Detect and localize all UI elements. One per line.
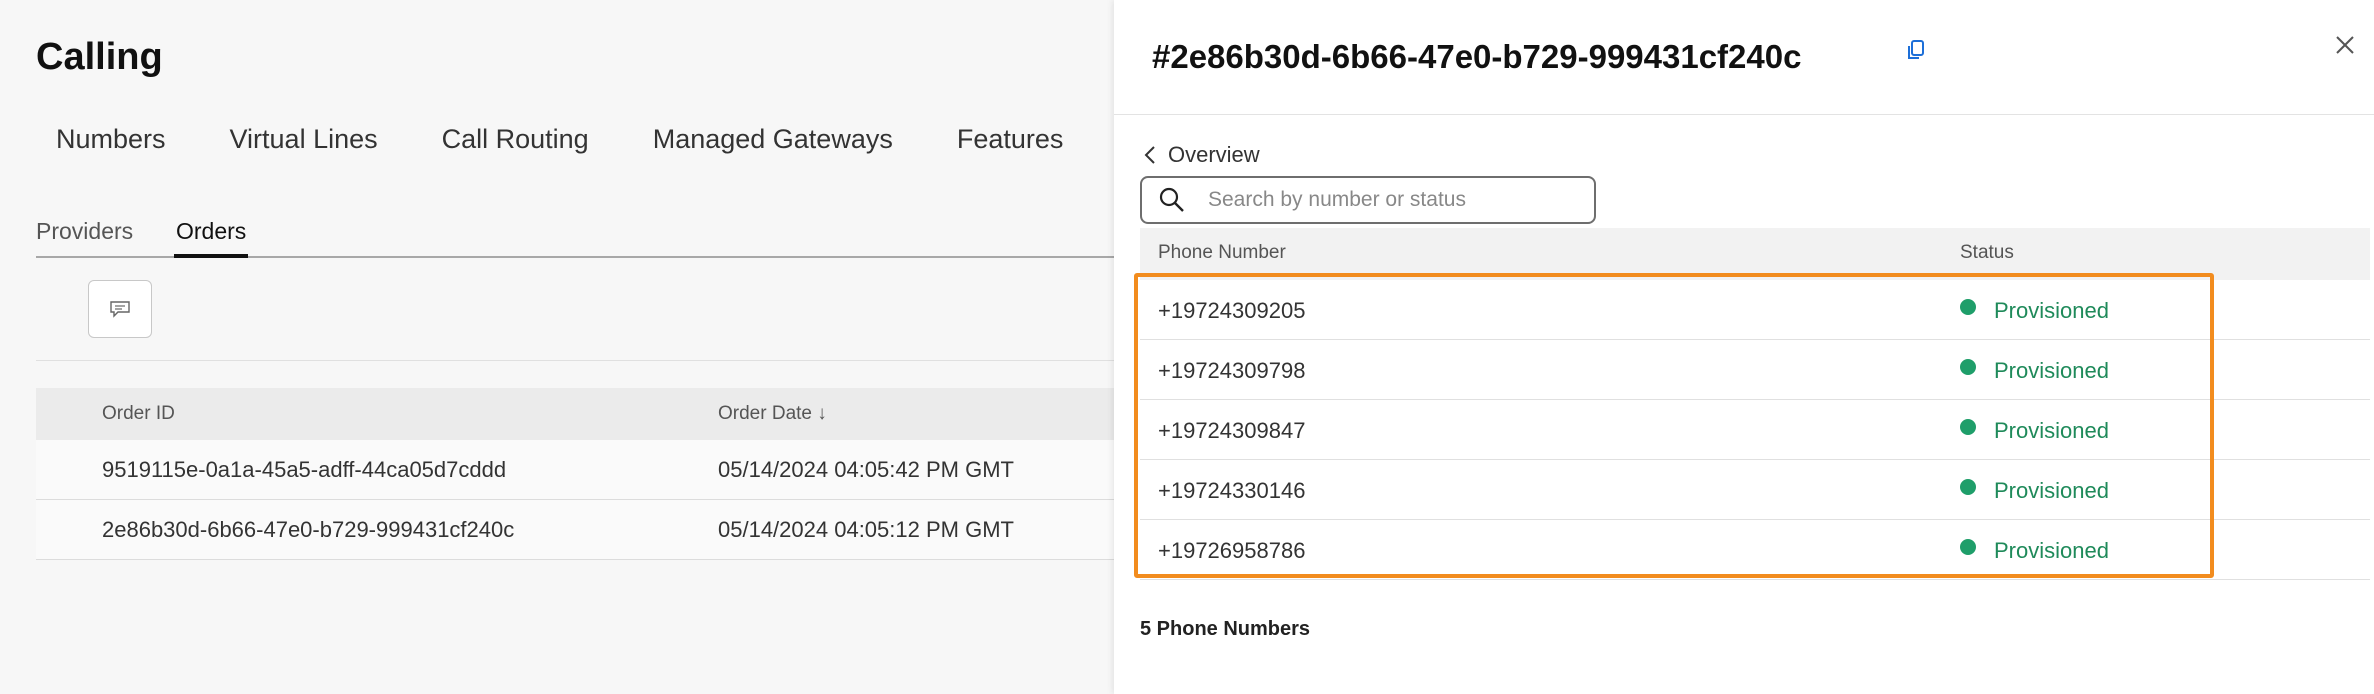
page-title: Calling — [36, 36, 163, 78]
table-row[interactable]: +19726958786 Provisioned — [1140, 520, 2370, 580]
table-row[interactable]: +19724309205 Provisioned — [1140, 280, 2370, 340]
tab-features[interactable]: Features — [957, 124, 1064, 155]
status-dot-icon — [1960, 539, 1976, 555]
table-row[interactable]: 2e86b30d-6b66-47e0-b729-999431cf240c 05/… — [36, 500, 1116, 560]
tab-virtual-lines[interactable]: Virtual Lines — [230, 124, 378, 155]
order-id-cell: 2e86b30d-6b66-47e0-b729-999431cf240c — [102, 517, 515, 542]
table-row[interactable]: 9519115e-0a1a-45a5-adff-44ca05d7cddd 05/… — [36, 440, 1116, 500]
status-label: Provisioned — [1994, 418, 2109, 443]
column-header-status[interactable]: Status — [1960, 242, 2014, 264]
tab-call-routing[interactable]: Call Routing — [442, 124, 589, 155]
order-id-cell: 9519115e-0a1a-45a5-adff-44ca05d7cddd — [102, 457, 507, 482]
status-dot-icon — [1960, 359, 1976, 375]
column-header-order-date[interactable]: Order Date ↓ — [718, 403, 827, 425]
status-label: Provisioned — [1994, 538, 2109, 563]
status-dot-icon — [1960, 479, 1976, 495]
feedback-button[interactable] — [88, 280, 152, 338]
phone-number-cell: +19724309205 — [1158, 298, 1306, 323]
search-field[interactable] — [1140, 176, 1596, 224]
phone-number-cell: +19724309847 — [1158, 418, 1306, 443]
table-row[interactable]: +19724330146 Provisioned — [1140, 460, 2370, 520]
search-icon — [1159, 187, 1184, 212]
tab-managed-gateways[interactable]: Managed Gateways — [653, 124, 893, 155]
phone-number-cell: +19724309798 — [1158, 358, 1306, 383]
status-label: Provisioned — [1994, 478, 2109, 503]
search-input[interactable] — [1206, 187, 1570, 213]
status-badge: Provisioned — [1960, 478, 2109, 504]
phone-number-cell: +19726958786 — [1158, 538, 1306, 563]
sub-tabs: Providers Orders — [36, 214, 1116, 258]
phone-numbers-table: Phone Number Status +19724309205 Provisi… — [1140, 228, 2370, 580]
panel-header: #2e86b30d-6b66-47e0-b729-999431cf240c — [1114, 0, 2374, 115]
chevron-left-icon — [1144, 146, 1155, 164]
orders-table: Order ID Order Date ↓ 9519115e-0a1a-45a5… — [36, 388, 1116, 560]
status-dot-icon — [1960, 419, 1976, 435]
panel-title: #2e86b30d-6b66-47e0-b729-999431cf240c — [1152, 38, 1802, 75]
table-row[interactable]: +19724309847 Provisioned — [1140, 400, 2370, 460]
main-nav: Numbers Virtual Lines Call Routing Manag… — [56, 124, 1127, 155]
status-badge: Provisioned — [1960, 298, 2109, 324]
status-badge: Provisioned — [1960, 358, 2109, 384]
divider — [36, 360, 1116, 361]
copy-icon[interactable] — [1904, 38, 1928, 64]
close-icon[interactable] — [2334, 34, 2356, 56]
phone-number-cell: +19724330146 — [1158, 478, 1306, 503]
order-detail-panel: #2e86b30d-6b66-47e0-b729-999431cf240c Ov… — [1114, 0, 2374, 694]
order-date-cell: 05/14/2024 04:05:42 PM GMT — [718, 457, 1014, 482]
subtab-providers[interactable]: Providers — [36, 218, 133, 245]
phone-number-count: 5 Phone Numbers — [1140, 618, 1311, 640]
feedback-icon — [110, 301, 130, 318]
column-header-phone-number[interactable]: Phone Number — [1158, 242, 1286, 264]
orders-table-header: Order ID Order Date ↓ — [36, 388, 1116, 440]
back-link-label: Overview — [1168, 142, 1260, 167]
status-label: Provisioned — [1994, 298, 2109, 323]
order-date-cell: 05/14/2024 04:05:12 PM GMT — [718, 517, 1014, 542]
status-dot-icon — [1960, 299, 1976, 315]
subtab-orders[interactable]: Orders — [173, 218, 249, 258]
overview-back-link[interactable]: Overview — [1144, 142, 1260, 168]
tab-numbers[interactable]: Numbers — [56, 124, 166, 155]
status-badge: Provisioned — [1960, 418, 2109, 444]
status-badge: Provisioned — [1960, 538, 2109, 564]
column-header-order-id[interactable]: Order ID — [102, 403, 175, 425]
phone-numbers-table-header: Phone Number Status — [1140, 228, 2370, 280]
table-row[interactable]: +19724309798 Provisioned — [1140, 340, 2370, 400]
status-label: Provisioned — [1994, 358, 2109, 383]
